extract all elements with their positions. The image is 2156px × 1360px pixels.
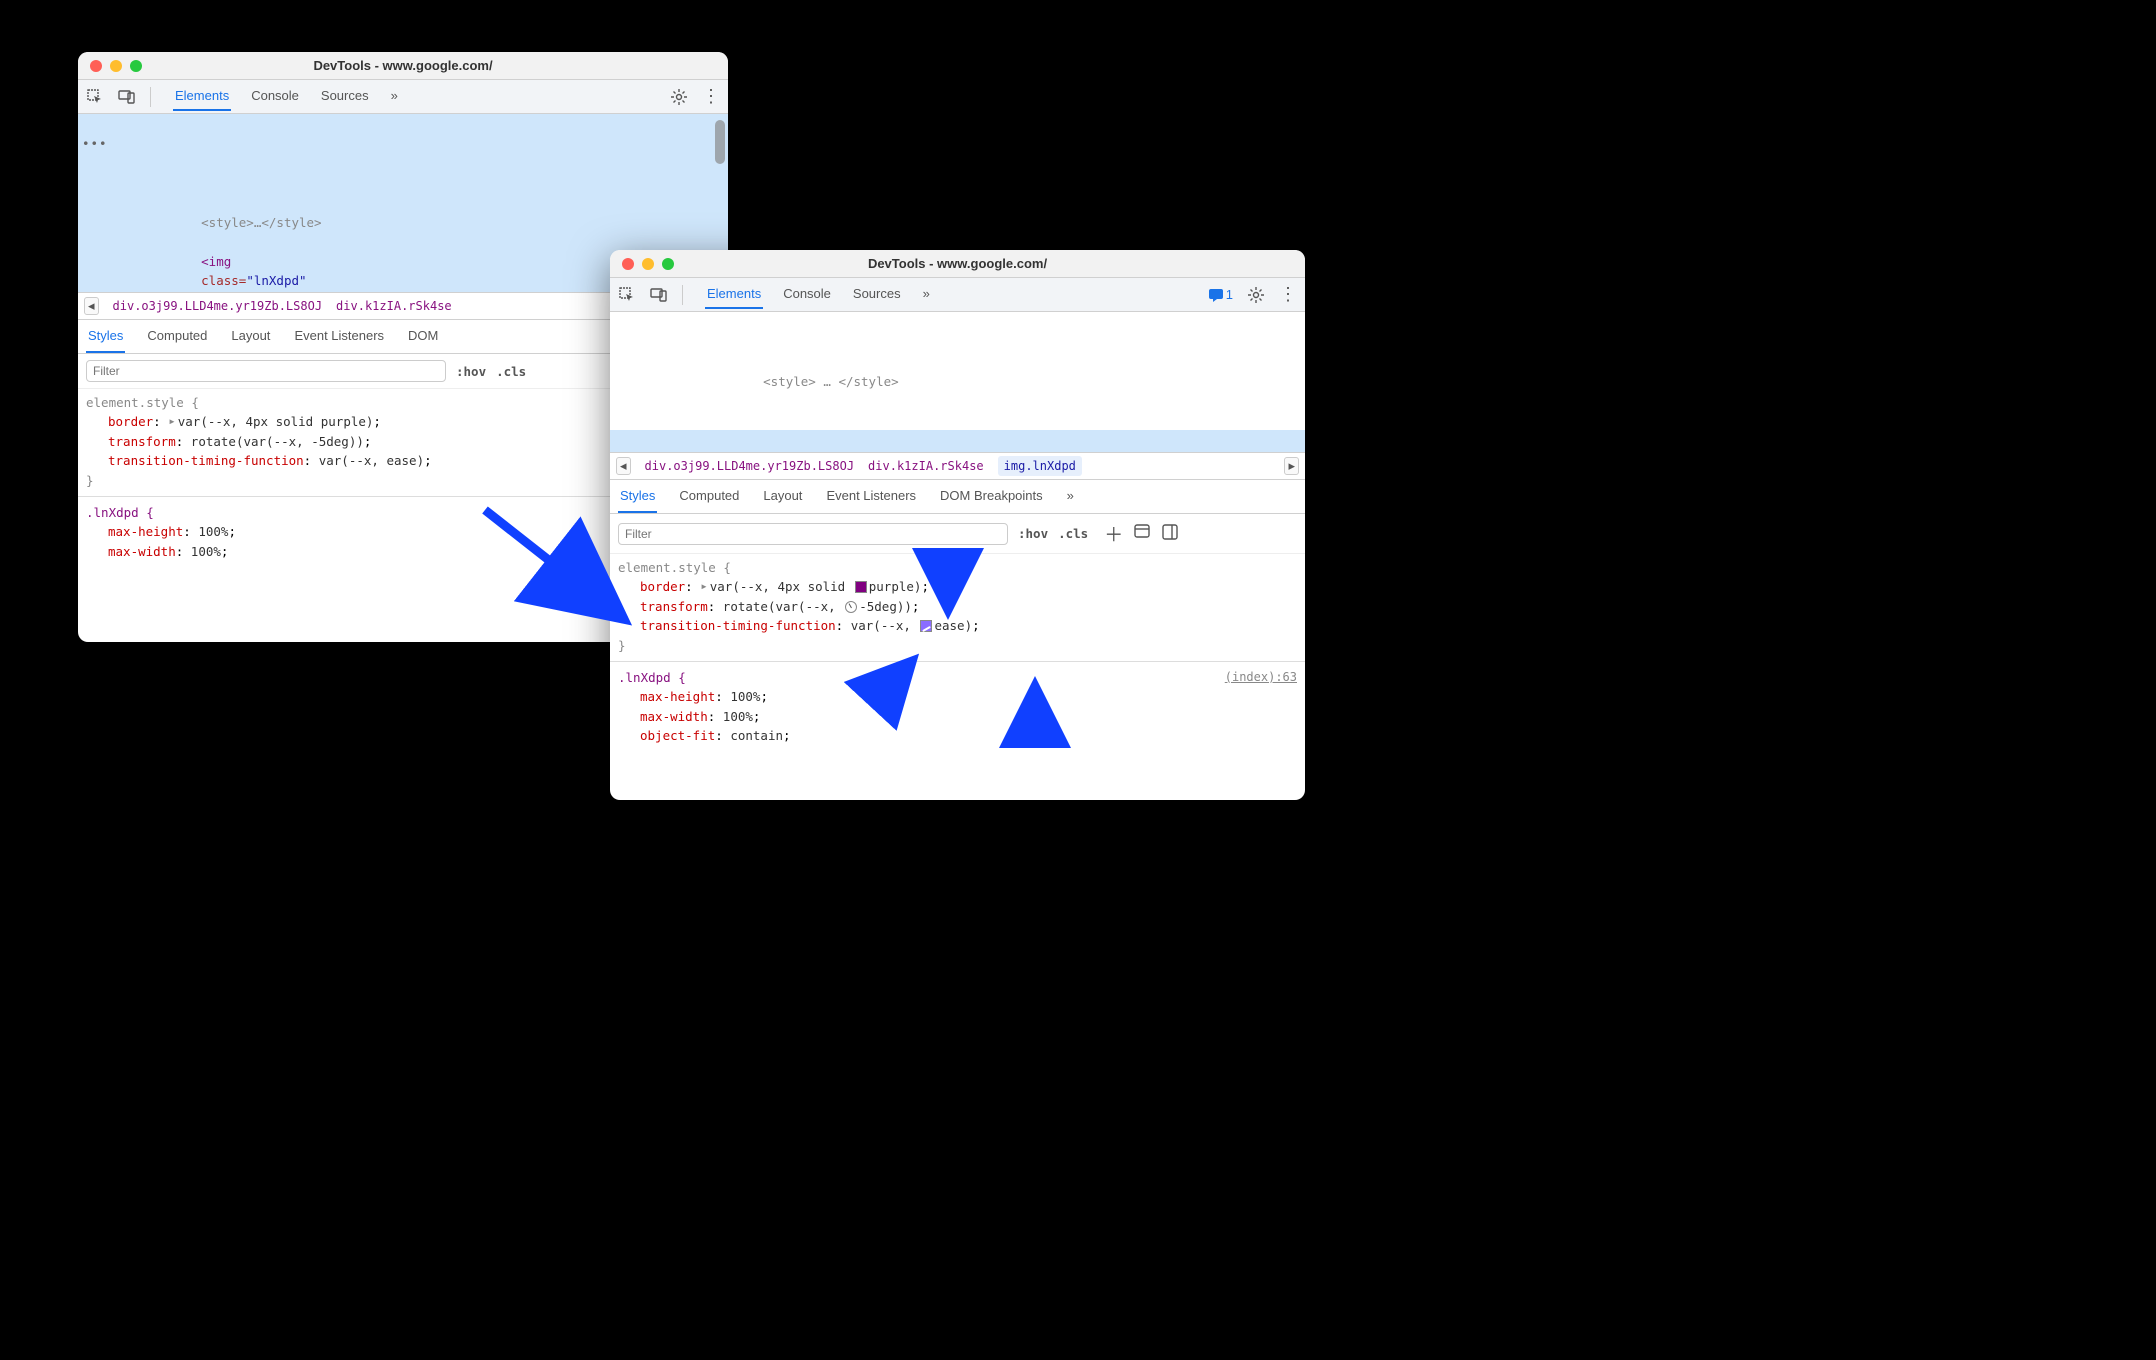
css-decl-ttf[interactable]: transition-timing-function: var(--x, eas… [618,616,1297,635]
dom-prev-node: <style> [763,374,816,389]
subtab-dombp[interactable]: DOM [406,320,440,353]
titlebar: DevTools - www.google.com/ [610,250,1305,278]
subtab-styles[interactable]: Styles [86,320,125,353]
kebab-icon[interactable]: ⋮ [702,88,720,106]
titlebar: DevTools - www.google.com/ [78,52,728,80]
subtab-listeners[interactable]: Event Listeners [824,480,918,513]
tabs-overflow-icon[interactable]: » [921,280,932,309]
bezier-swatch-icon[interactable] [920,620,932,632]
new-rule-icon[interactable]: ＋ [1104,520,1123,547]
styles-subtabs: Styles Computed Layout Event Listeners D… [610,480,1305,514]
styles-pane[interactable]: element.style { border: ▸var(--x, 4px so… [610,554,1305,753]
tab-sources[interactable]: Sources [851,280,903,309]
window-title: DevTools - www.google.com/ [78,58,728,73]
crumb-item[interactable]: div.k1zIA.rSk4se [868,459,984,473]
cls-toggle[interactable]: .cls [1058,526,1088,541]
css-decl-maxwidth[interactable]: max-width: 100%; [618,707,1297,726]
dom-tree[interactable]: <style> … </style> <img class="lnXdpd" a… [610,312,1305,452]
tab-elements[interactable]: Elements [173,82,231,111]
source-link[interactable]: (index):63 [1225,668,1297,687]
crumb-item[interactable]: div.o3j99.LLD4me.yr19Zb.LS8OJ [645,459,855,473]
filter-input[interactable] [618,523,1008,545]
scrollbar[interactable] [715,120,725,164]
filter-input[interactable] [86,360,446,382]
css-decl-objectfit[interactable]: object-fit: contain; [618,726,1297,745]
subtab-layout[interactable]: Layout [229,320,272,353]
dom-img-open: <img [201,254,231,269]
tab-sources[interactable]: Sources [319,82,371,111]
crumb-scroll-left-icon[interactable]: ◂ [616,457,631,475]
device-css-icon[interactable] [1133,523,1151,545]
window-title: DevTools - www.google.com/ [610,256,1305,271]
hov-toggle[interactable]: :hov [456,364,486,379]
crumb-item[interactable]: div.o3j99.LLD4me.yr19Zb.LS8OJ [113,299,323,313]
issues-count: 1 [1226,287,1233,302]
selector-lnxdpd: .lnXdpd { [618,670,686,685]
gear-icon[interactable] [670,88,688,106]
angle-swatch-icon[interactable] [845,601,857,613]
dom-prev-node: <style>…</style> [201,215,321,230]
tab-console[interactable]: Console [249,82,301,111]
filter-bar: :hov .cls ＋ [610,514,1305,554]
css-decl-border[interactable]: border: ▸var(--x, 4px solid purple); [618,577,1297,596]
breadcrumb: ◂ div.o3j99.LLD4me.yr19Zb.LS8OJ div.k1zI… [610,452,1305,480]
selector-element-style: element.style { [618,558,1297,577]
crumb-item[interactable]: div.k1zIA.rSk4se [336,299,452,313]
gear-icon[interactable] [1247,286,1265,304]
crumb-scroll-right-icon[interactable]: ▸ [1284,457,1299,475]
crumb-scroll-left-icon[interactable]: ◂ [84,297,99,315]
css-decl-transform[interactable]: transform: rotate(var(--x, -5deg)); [618,597,1297,616]
sidebar-toggle-icon[interactable] [1161,523,1179,545]
subtab-listeners[interactable]: Event Listeners [292,320,386,353]
devtools-window-after: DevTools - www.google.com/ Elements Cons… [610,250,1305,800]
device-icon[interactable] [118,88,136,106]
brace-close: } [618,636,1297,655]
collapse-icon[interactable]: ••• [82,134,108,153]
subtab-layout[interactable]: Layout [761,480,804,513]
inspect-icon[interactable] [618,286,636,304]
subtab-computed[interactable]: Computed [145,320,209,353]
subtab-dombp[interactable]: DOM Breakpoints [938,480,1045,513]
color-swatch-icon[interactable] [855,581,867,593]
main-toolbar: Elements Console Sources » ⋮ [78,80,728,114]
issues-button[interactable]: 1 [1208,287,1233,303]
inspect-icon[interactable] [86,88,104,106]
main-toolbar: Elements Console Sources » 1 ⋮ [610,278,1305,312]
subtab-computed[interactable]: Computed [677,480,741,513]
hov-toggle[interactable]: :hov [1018,526,1048,541]
kebab-icon[interactable]: ⋮ [1279,286,1297,304]
css-decl-maxheight[interactable]: max-height: 100%; [618,687,1297,706]
device-icon[interactable] [650,286,668,304]
tab-elements[interactable]: Elements [705,280,763,309]
cls-toggle[interactable]: .cls [496,364,526,379]
subtabs-overflow-icon[interactable]: » [1065,480,1076,513]
crumb-item-active[interactable]: img.lnXdpd [998,456,1082,476]
subtab-styles[interactable]: Styles [618,480,657,513]
tab-console[interactable]: Console [781,280,833,309]
tabs-overflow-icon[interactable]: » [389,82,400,111]
